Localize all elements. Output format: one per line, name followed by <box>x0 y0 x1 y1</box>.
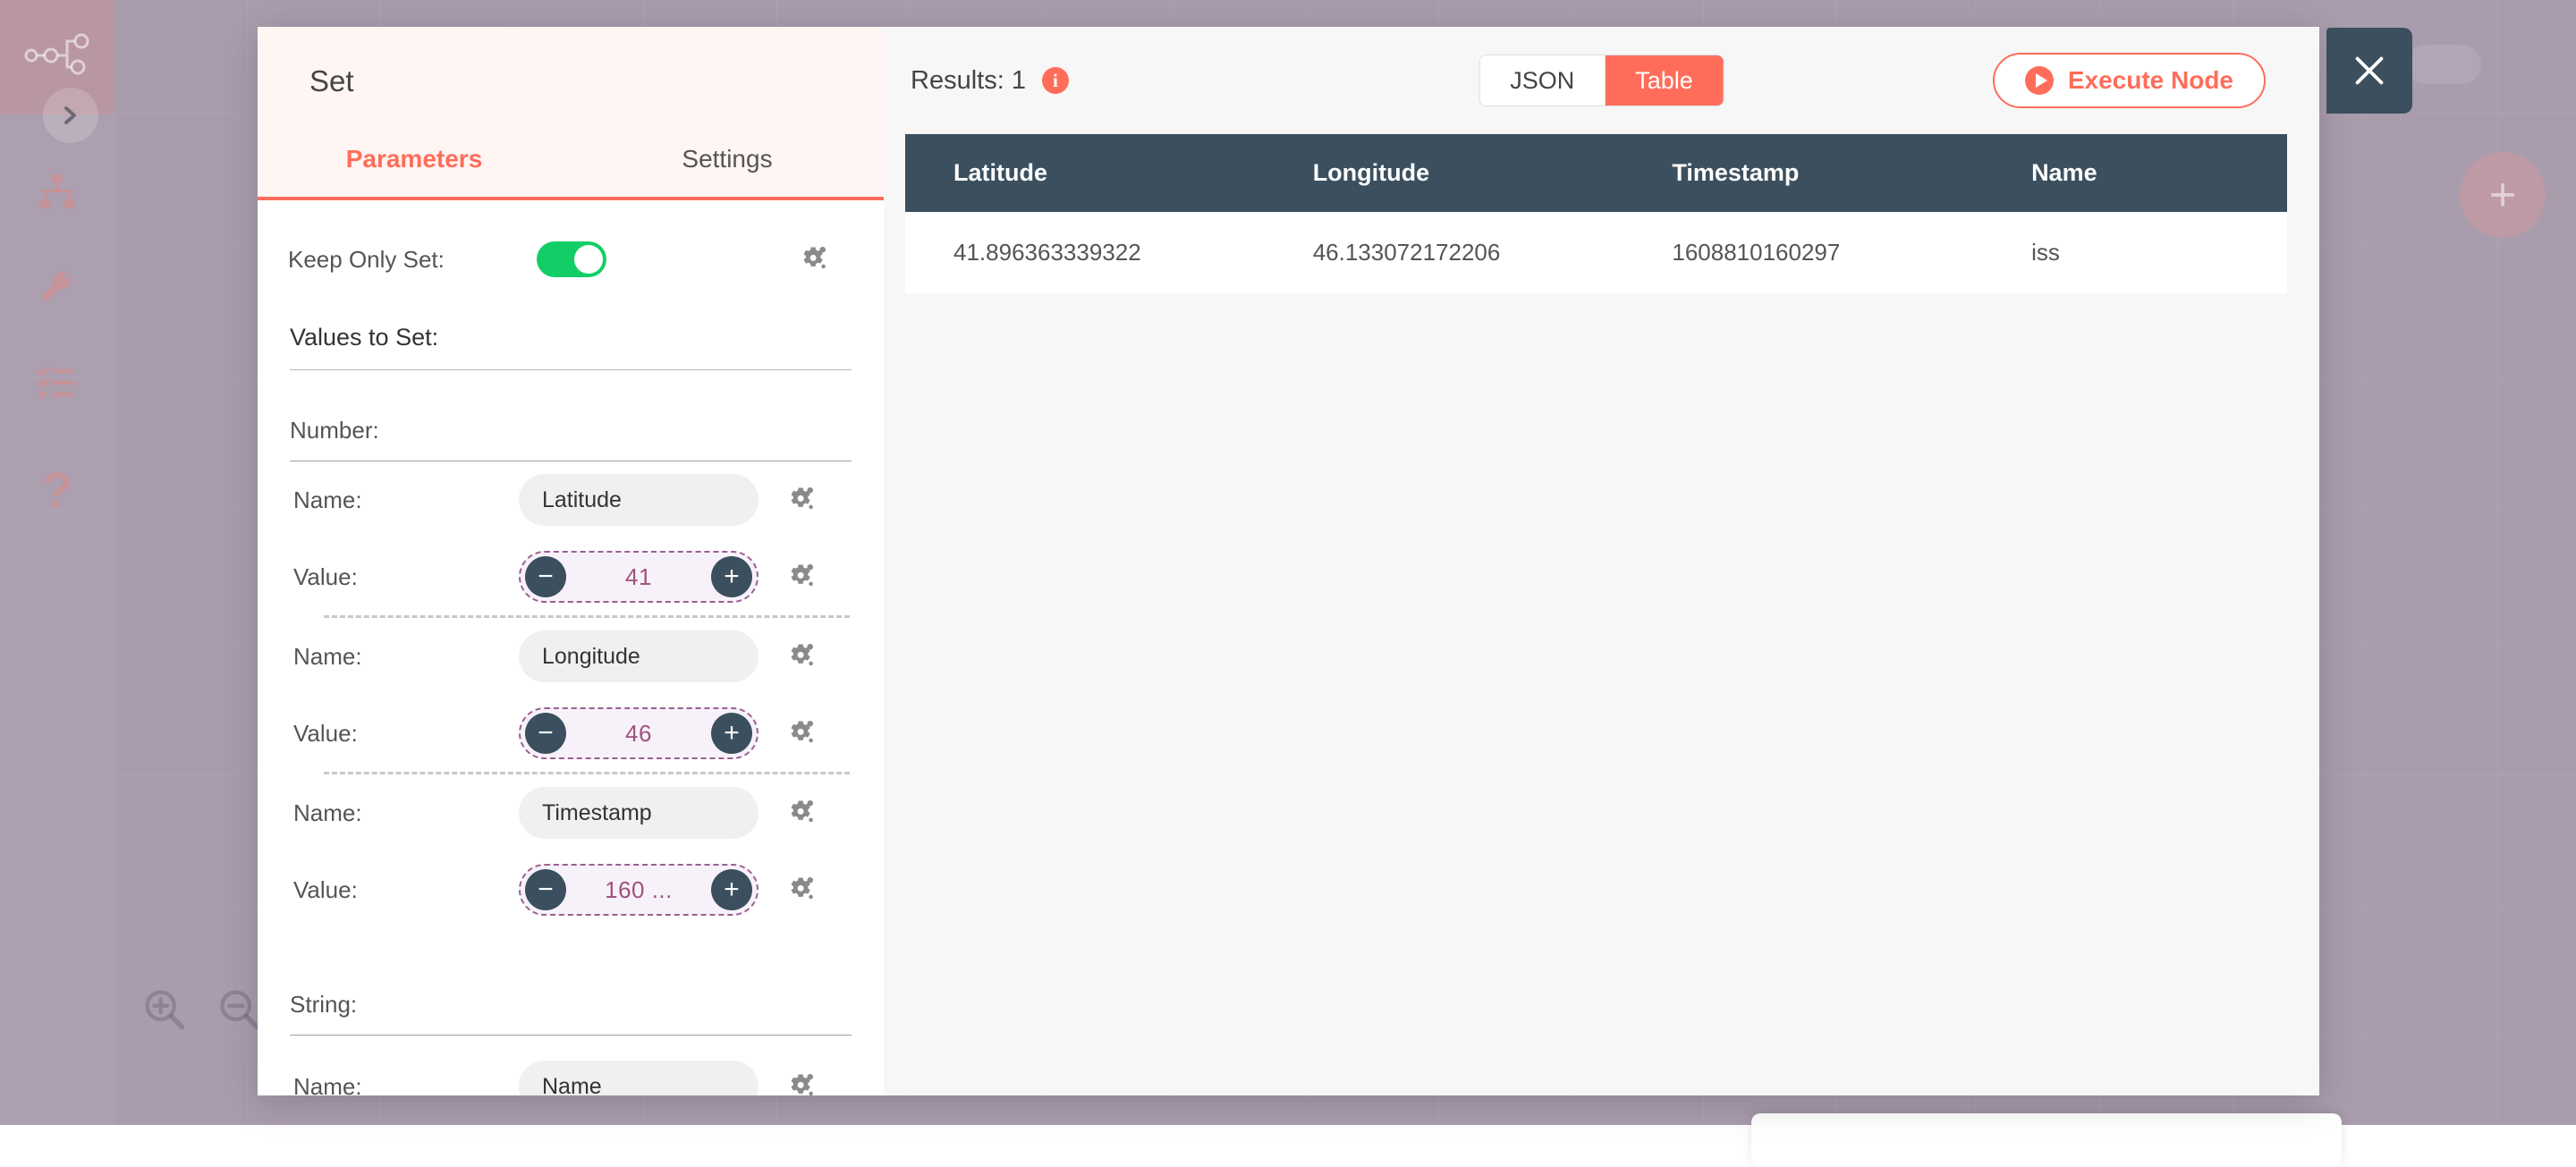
zoom-in-icon <box>141 986 188 1033</box>
sidebar-item-credentials[interactable] <box>0 261 114 311</box>
close-ndv-button[interactable] <box>2326 28 2412 114</box>
param-row-value: Value: − 160 ... + <box>258 851 884 928</box>
name-input-name[interactable] <box>519 1061 758 1095</box>
param-row-name: Name: <box>258 618 884 695</box>
workflows-icon <box>37 171 78 212</box>
increment-button[interactable]: + <box>711 713 752 754</box>
value-label: Value: <box>293 720 519 748</box>
settings-gear-icon[interactable] <box>785 718 816 748</box>
param-row-name: Name: <box>258 1048 884 1095</box>
credentials-key-icon <box>38 266 77 306</box>
value-stepper-latitude[interactable]: − 41 + <box>519 551 758 603</box>
column-header-timestamp[interactable]: Timestamp <box>1623 134 1983 212</box>
settings-gear-icon[interactable] <box>785 562 816 592</box>
execute-node-button[interactable]: Execute Node <box>1993 53 2266 108</box>
execute-node-label: Execute Node <box>2068 66 2233 95</box>
help-question-icon: ? <box>42 465 72 515</box>
sidebar-item-help[interactable]: ? <box>0 465 114 515</box>
value-display[interactable]: 160 ... <box>566 876 711 904</box>
node-title: Set <box>258 64 884 98</box>
node-details-view: Set Parameters Settings Keep Only Set: <box>258 27 2319 1095</box>
bottom-panel <box>1751 1113 2342 1167</box>
cell-timestamp: 1608810160297 <box>1623 212 1983 293</box>
value-stepper-longitude[interactable]: − 46 + <box>519 707 758 759</box>
play-icon <box>2025 66 2054 95</box>
executions-list-icon <box>37 362 78 403</box>
main-sidebar: ? <box>0 0 114 1125</box>
zoom-out-button[interactable] <box>216 986 263 1033</box>
canvas-node-stub[interactable] <box>2406 45 2481 84</box>
decrement-button[interactable]: − <box>525 869 566 910</box>
name-label: Name: <box>293 799 519 827</box>
decrement-button[interactable]: − <box>525 556 566 597</box>
tab-parameters[interactable]: Parameters <box>258 145 571 197</box>
column-header-latitude[interactable]: Latitude <box>905 134 1265 212</box>
info-icon[interactable]: i <box>1042 67 1069 94</box>
name-label: Name: <box>293 1073 519 1096</box>
name-input-timestamp[interactable] <box>519 787 758 839</box>
section-string-title: String: <box>290 991 852 1036</box>
plus-icon: + <box>2489 172 2516 218</box>
name-input-longitude[interactable] <box>519 630 758 682</box>
parameters-header: Set Parameters Settings <box>258 27 884 200</box>
name-label: Name: <box>293 643 519 671</box>
column-header-longitude[interactable]: Longitude <box>1265 134 1624 212</box>
cell-latitude: 41.896363339322 <box>905 212 1265 293</box>
settings-gear-icon[interactable] <box>785 798 816 828</box>
param-row-name: Name: <box>258 461 884 538</box>
keep-only-set-label: Keep Only Set: <box>277 246 537 274</box>
zoom-out-icon <box>216 986 263 1033</box>
settings-gear-icon[interactable] <box>785 641 816 672</box>
add-node-button[interactable]: + <box>2460 152 2546 238</box>
keep-only-set-toggle[interactable] <box>537 241 606 277</box>
table-header-row: Latitude Longitude Timestamp Name <box>905 134 2287 212</box>
output-header: Results: 1 i JSON Table Execute Node <box>884 27 2319 134</box>
value-display[interactable]: 41 <box>566 563 711 591</box>
section-number-title: Number: <box>290 417 852 461</box>
keep-only-set-row: Keep Only Set: <box>277 200 884 286</box>
name-label: Name: <box>293 486 519 514</box>
column-header-name[interactable]: Name <box>1983 134 2287 212</box>
results-table: Latitude Longitude Timestamp Name 41.896… <box>905 134 2287 293</box>
sidebar-item-workflows[interactable] <box>0 166 114 216</box>
param-row-value: Value: − 46 + <box>258 695 884 772</box>
results-table-head: Latitude Longitude Timestamp Name <box>905 134 2287 212</box>
settings-gear-icon[interactable] <box>798 244 828 275</box>
close-icon <box>2349 50 2390 91</box>
cell-name: iss <box>1983 212 2287 293</box>
cell-longitude: 46.133072172206 <box>1265 212 1624 293</box>
output-pane: Results: 1 i JSON Table Execute Node Lat… <box>884 27 2319 1095</box>
view-option-table[interactable]: Table <box>1605 55 1724 106</box>
sidebar-item-executions[interactable] <box>0 358 114 408</box>
decrement-button[interactable]: − <box>525 713 566 754</box>
settings-gear-icon[interactable] <box>785 485 816 515</box>
param-row-value: Value: − 41 + <box>258 538 884 615</box>
name-input-latitude[interactable] <box>519 474 758 526</box>
value-stepper-timestamp[interactable]: − 160 ... + <box>519 864 758 916</box>
output-view-switch: JSON Table <box>1479 55 1724 106</box>
settings-gear-icon[interactable] <box>785 1071 816 1095</box>
section-number: Number: <box>290 417 852 461</box>
increment-button[interactable]: + <box>711 869 752 910</box>
expand-sidebar-icon[interactable] <box>43 88 98 143</box>
parameters-body: Keep Only Set: Values to Set: Number: <box>258 200 884 1095</box>
ndv-tabs: Parameters Settings <box>258 145 884 197</box>
settings-gear-icon[interactable] <box>785 875 816 905</box>
values-to-set-label: Values to Set: <box>290 324 852 370</box>
results-count-label: Results: 1 <box>911 66 1026 96</box>
toggle-knob <box>574 245 603 274</box>
value-label: Value: <box>293 563 519 591</box>
tab-settings[interactable]: Settings <box>571 145 884 197</box>
param-row-name: Name: <box>258 774 884 851</box>
view-option-json[interactable]: JSON <box>1479 55 1605 106</box>
value-display[interactable]: 46 <box>566 720 711 748</box>
parameters-pane: Set Parameters Settings Keep Only Set: <box>258 27 884 1095</box>
workflow-logo-icon <box>24 31 90 84</box>
increment-button[interactable]: + <box>711 556 752 597</box>
results-table-body: 41.896363339322 46.133072172206 16088101… <box>905 212 2287 293</box>
value-label: Value: <box>293 876 519 904</box>
table-row[interactable]: 41.896363339322 46.133072172206 16088101… <box>905 212 2287 293</box>
section-string: String: <box>290 991 852 1036</box>
zoom-in-button[interactable] <box>141 986 188 1033</box>
